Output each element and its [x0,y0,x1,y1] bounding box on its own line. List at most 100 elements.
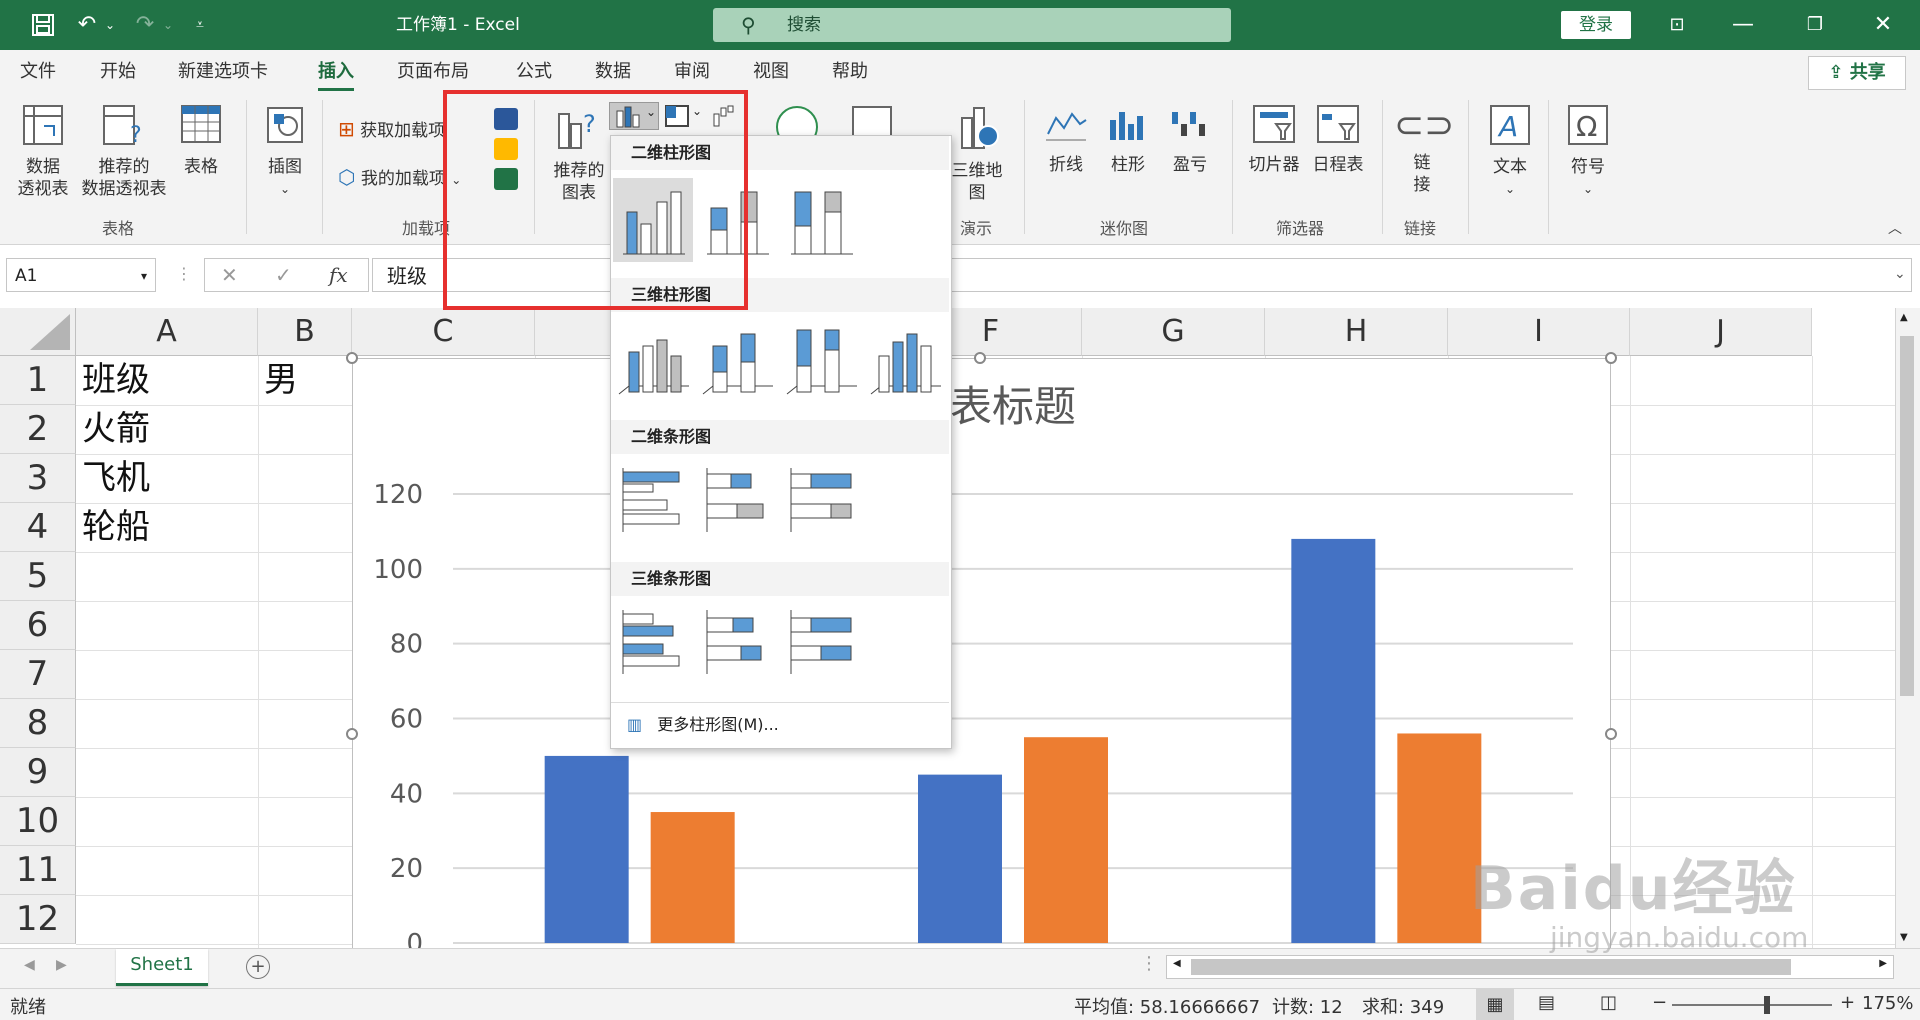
cell-a3[interactable]: 飞机 [76,454,150,503]
scroll-left-icon[interactable]: ◀ [1173,958,1181,969]
row-header-8[interactable]: 8 [0,699,76,748]
zoom-slider-thumb[interactable] [1764,996,1770,1014]
insert-function-icon[interactable]: fx [329,263,348,287]
redo-dropdown-icon[interactable]: ⌄ [161,0,175,50]
tab-file[interactable]: 文件 [20,50,56,94]
save-icon[interactable] [28,0,58,50]
tab-insert[interactable]: 插入 [318,50,354,94]
zoom-in-icon[interactable]: + [1840,992,1855,1013]
name-box[interactable]: A1 ▾ [6,258,156,292]
tab-home[interactable]: 开始 [100,50,136,94]
undo-icon[interactable]: ↶ [72,0,102,50]
3d-percent-stacked-bar-option[interactable] [781,600,861,684]
cell-a1[interactable]: 班级 [76,356,150,405]
cell-a4[interactable]: 轮船 [76,503,150,552]
stacked-bar-option[interactable] [697,458,777,542]
share-button[interactable]: ⇪ 共享 [1808,56,1906,90]
symbol-button[interactable]: Ω 符号 ⌄ [1560,104,1616,200]
cancel-icon[interactable]: ✕ [221,263,238,287]
row-header-5[interactable]: 5 [0,552,76,601]
prev-sheet-icon[interactable]: ◀ [24,957,35,973]
normal-view-icon[interactable]: ▦ [1476,989,1514,1020]
row-header-12[interactable]: 12 [0,895,76,944]
column-header-i[interactable]: I [1448,308,1630,356]
restore-icon[interactable]: ❐ [1800,0,1830,50]
tab-help[interactable]: 帮助 [832,50,868,94]
page-layout-view-icon[interactable]: ▤ [1538,992,1555,1013]
horizontal-scroll-thumb[interactable] [1191,959,1791,975]
tab-view[interactable]: 视图 [753,50,789,94]
timeline-button[interactable]: 日程表 [1308,104,1368,176]
illustrations-button[interactable]: 插图 ⌄ [258,104,312,200]
column-header-b[interactable]: B [258,308,352,356]
horizontal-scrollbar[interactable]: ◀ ▶ [1166,955,1894,979]
sheet-tab-sheet1[interactable]: Sheet1 [116,949,208,986]
collapse-ribbon-icon[interactable]: ︿ [1888,218,1902,238]
enter-icon[interactable]: ✓ [275,263,292,287]
tab-new[interactable]: 新建选项卡 [178,50,268,94]
text-button[interactable]: A 文本 ⌄ [1482,104,1538,200]
search-input[interactable]: ⚲ 搜索 [713,8,1231,42]
3d-column-option[interactable] [865,316,945,400]
sparkline-column-button[interactable]: 柱形 [1102,104,1154,176]
split-handle-icon[interactable]: ⋮ [1140,953,1158,974]
percent-stacked-bar-option[interactable] [781,458,861,542]
vertical-scroll-thumb[interactable] [1900,336,1914,696]
link-button[interactable]: ⊂⊃ 链 接 [1394,104,1454,196]
column-header-j[interactable]: J [1630,308,1812,356]
cell-a2[interactable]: 火箭 [76,405,150,454]
cell-b1[interactable]: 男 [258,356,298,405]
chart-resize-handle[interactable] [346,352,358,364]
3d-clustered-bar-option[interactable] [613,600,693,684]
name-box-dropdown-icon[interactable]: ▾ [141,259,147,293]
row-header-10[interactable]: 10 [0,797,76,846]
redo-icon[interactable]: ↷ [130,0,160,50]
row-header-7[interactable]: 7 [0,650,76,699]
tab-review[interactable]: 审阅 [674,50,710,94]
row-header-4[interactable]: 4 [0,503,76,552]
expand-formula-bar-icon[interactable]: ⌄ [1894,266,1906,282]
chart-resize-handle[interactable] [346,728,358,740]
zoom-level[interactable]: 175% [1862,993,1913,1014]
3d-percent-stacked-column-option[interactable] [781,316,861,400]
zoom-out-icon[interactable]: − [1652,992,1667,1013]
chart-resize-handle[interactable] [1605,728,1617,740]
more-column-charts-link[interactable]: ▥ 更多柱形图(M)... [627,710,927,740]
ribbon-display-options-icon[interactable]: ⊡ [1662,0,1692,50]
page-break-view-icon[interactable]: ◫ [1600,992,1617,1013]
row-header-9[interactable]: 9 [0,748,76,797]
close-icon[interactable]: ✕ [1868,0,1898,50]
next-sheet-icon[interactable]: ▶ [56,957,67,973]
scroll-right-icon[interactable]: ▶ [1879,958,1887,969]
select-all-button[interactable] [0,308,76,356]
add-sheet-icon[interactable]: + [246,955,270,979]
recommended-pivot-button[interactable]: ? 推荐的 数据透视表 [76,104,172,200]
sparkline-winloss-button[interactable]: 盈亏 [1164,104,1216,176]
3d-stacked-column-option[interactable] [697,316,777,400]
login-button[interactable]: 登录 [1561,11,1631,39]
sparkline-line-button[interactable]: 折线 [1040,104,1092,176]
tab-data[interactable]: 数据 [595,50,631,94]
row-header-11[interactable]: 11 [0,846,76,895]
table-button[interactable]: 表格 [176,104,226,178]
slicer-button[interactable]: 切片器 [1244,104,1304,176]
tab-page-layout[interactable]: 页面布局 [397,50,469,94]
pivot-table-button[interactable]: 数据 透视表 [14,104,72,200]
3d-map-button[interactable]: 三维地 图 [948,104,1006,204]
row-header-1[interactable]: 1 [0,356,76,405]
percent-stacked-column-option[interactable] [781,178,861,262]
chart-area[interactable]: 表标题 0 20 40 60 80 100 120 [352,358,1611,953]
column-header-g[interactable]: G [1082,308,1265,356]
tab-formulas[interactable]: 公式 [516,50,552,94]
undo-dropdown-icon[interactable]: ⌄ [103,0,117,50]
column-header-c[interactable]: C [352,308,535,356]
3d-stacked-bar-option[interactable] [697,600,777,684]
row-header-6[interactable]: 6 [0,601,76,650]
zoom-slider[interactable] [1672,996,1832,1014]
customize-qat-icon[interactable]: ⩡ [190,0,210,50]
chart-resize-handle[interactable] [974,352,986,364]
3d-clustered-column-option[interactable] [613,316,693,400]
row-header-3[interactable]: 3 [0,454,76,503]
scroll-up-icon[interactable]: ▲ [1900,312,1908,323]
clustered-bar-option[interactable] [613,458,693,542]
